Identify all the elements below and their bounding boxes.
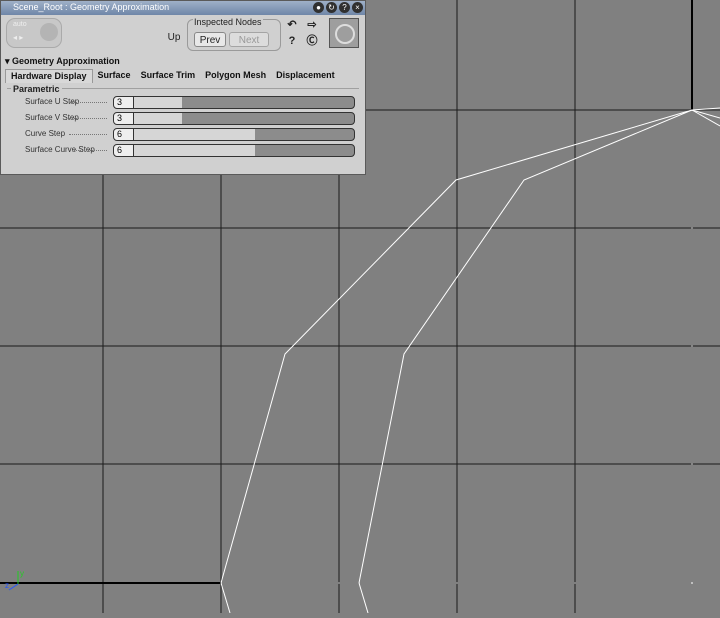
slider-fill — [134, 129, 255, 140]
leader-dots — [69, 134, 107, 135]
scene-object-icon[interactable] — [329, 18, 359, 48]
help-icon[interactable]: ? — [339, 2, 350, 13]
param-row-curve-step: Curve Step 6 — [7, 128, 359, 141]
parametric-label: Parametric — [11, 84, 62, 94]
collapse-arrow-icon: ▾ — [5, 56, 10, 66]
section-header[interactable]: ▾ Geometry Approximation — [5, 56, 120, 67]
leader-dots — [69, 102, 107, 103]
prev-button[interactable]: Prev — [194, 32, 226, 47]
tab-bar: Hardware Display Surface Surface Trim Po… — [5, 69, 340, 83]
section-title: Geometry Approximation — [12, 56, 120, 66]
leader-dots — [69, 150, 107, 151]
cs-icon[interactable]: Ⓒ — [301, 35, 323, 48]
slider-fill — [134, 145, 255, 156]
window-title: Scene_Root : Geometry Approximation — [13, 2, 170, 12]
param-label: Curve Step — [25, 129, 66, 138]
link-icon[interactable]: ⇨ — [301, 19, 323, 32]
param-row-surface-u-step: Surface U Step 3 — [7, 96, 359, 109]
question-icon[interactable]: ? — [285, 35, 299, 48]
value-slider[interactable] — [133, 96, 355, 109]
tab-hardware-display[interactable]: Hardware Display — [5, 69, 93, 83]
slider-fill — [134, 97, 183, 108]
key-icon — [40, 23, 58, 41]
auto-lock-button[interactable]: auto ◂ ▸ — [6, 18, 62, 48]
value-slider[interactable] — [133, 128, 355, 141]
toolbar: auto ◂ ▸ Up Inspected Nodes Prev Next ↶ … — [1, 15, 365, 55]
tab-polygon-mesh[interactable]: Polygon Mesh — [200, 69, 271, 82]
slider-fill — [134, 113, 183, 124]
tab-surface-trim[interactable]: Surface Trim — [136, 69, 201, 82]
property-editor-panel: Scene_Root : Geometry Approximation ● ↻ … — [0, 0, 366, 175]
tab-displacement[interactable]: Displacement — [271, 69, 340, 82]
wireframe-curves — [220, 107, 720, 614]
value-slider[interactable] — [133, 144, 355, 157]
value-slider[interactable] — [133, 112, 355, 125]
axis-y-label: y — [20, 569, 24, 578]
inspected-nodes-group: Inspected Nodes Prev Next — [187, 17, 281, 51]
inspected-nodes-label: Inspected Nodes — [193, 17, 263, 27]
refresh-icon[interactable]: ↻ — [326, 2, 337, 13]
undo-icon[interactable]: ↶ — [285, 19, 299, 32]
next-button[interactable]: Next — [229, 32, 269, 47]
close-icon[interactable]: × — [352, 2, 363, 13]
tab-surface[interactable]: Surface — [93, 69, 136, 82]
leader-dots — [69, 118, 107, 119]
param-row-surface-v-step: Surface V Step 3 — [7, 112, 359, 125]
up-button[interactable]: Up — [164, 30, 184, 46]
axis-z-label: z — [5, 581, 9, 590]
axis-gizmo: y z — [5, 569, 24, 591]
arrows-icon: ◂ ▸ — [13, 33, 24, 42]
title-bar[interactable]: Scene_Root : Geometry Approximation ● ↻ … — [1, 1, 365, 15]
auto-label: auto — [13, 21, 27, 28]
pin-icon[interactable]: ● — [313, 2, 324, 13]
param-row-surface-curve-step: Surface Curve Step 6 — [7, 144, 359, 157]
parametric-group: Parametric Surface U Step 3 Surface V St… — [7, 84, 359, 167]
